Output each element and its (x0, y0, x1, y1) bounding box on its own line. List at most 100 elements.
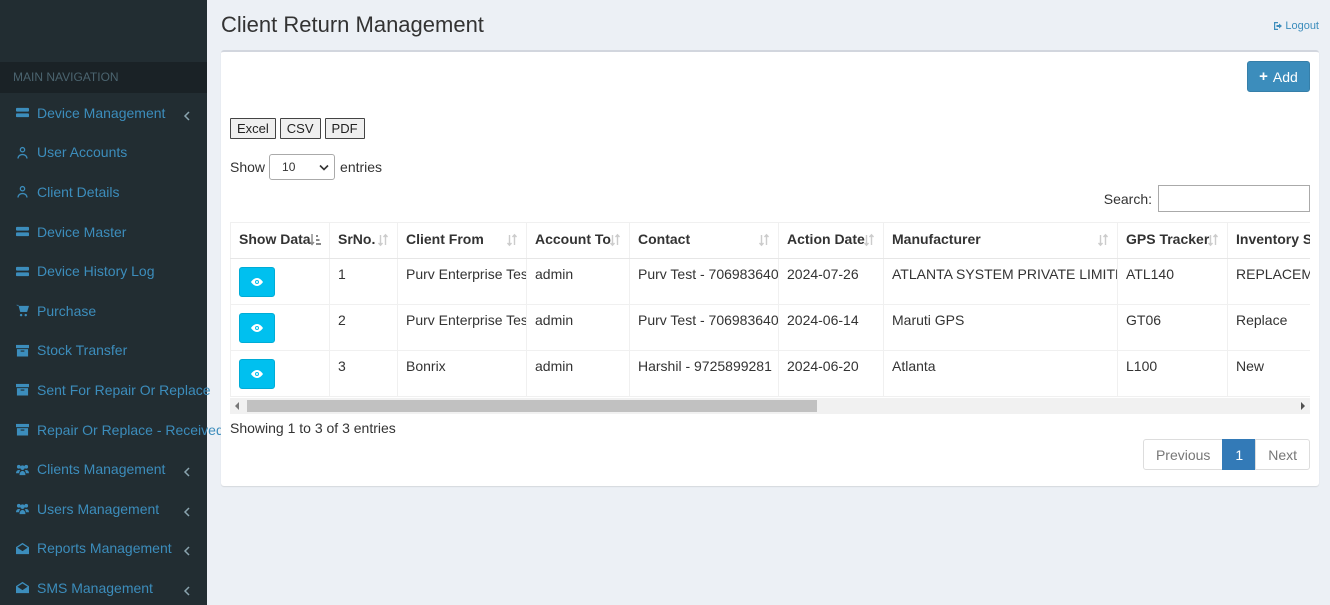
sort-icon (506, 233, 518, 247)
logout-label: Logout (1285, 20, 1319, 32)
chevron-down-icon (319, 164, 329, 171)
sort-asc-icon (309, 233, 321, 247)
entries-label: entries (340, 159, 383, 175)
eye-icon (251, 278, 263, 286)
pdf-button[interactable]: PDF (324, 118, 365, 139)
table-row: 2 Purv Enterprise Test admin Purv Test -… (230, 304, 1310, 351)
nav-list: Device Management User Accounts Client D… (0, 93, 224, 605)
device-icon (15, 106, 29, 120)
cell-manufacturer: Atlanta (883, 350, 1118, 397)
search-control: Search: (1104, 185, 1310, 212)
sidebar-item-device-management[interactable]: Device Management (0, 93, 207, 133)
chevron-left-icon (183, 464, 191, 477)
sort-icon (1207, 233, 1219, 247)
sidebar-item-label: Device Management (37, 104, 166, 121)
csv-button[interactable]: CSV (279, 118, 321, 139)
chevron-left-icon (183, 504, 191, 517)
cell-srno: 2 (329, 304, 398, 351)
cell-inventory-status: REPLACEMENT (1227, 258, 1310, 305)
sort-icon (609, 233, 621, 247)
sort-icon (758, 233, 770, 247)
nav-header: MAIN NAVIGATION (0, 62, 207, 93)
cell-inventory-status: New (1227, 350, 1310, 397)
chevron-left-icon (183, 108, 191, 121)
scrollbar-thumb[interactable] (247, 400, 817, 412)
add-button[interactable]: + Add (1247, 61, 1310, 92)
sort-icon (377, 233, 389, 247)
cell-gps-tracker: ATL140 (1117, 258, 1228, 305)
page-title: Client Return Management (221, 12, 484, 37)
sidebar-item-clients-management[interactable]: Clients Management (0, 449, 207, 489)
user-icon (15, 185, 29, 199)
data-table: Show Data SrNo. Client From Account To C… (230, 222, 1310, 397)
export-buttons: Excel CSV PDF (230, 118, 365, 139)
page-1-button[interactable]: 1 (1222, 439, 1257, 470)
sidebar-item-user-accounts[interactable]: User Accounts (0, 133, 207, 173)
cell-manufacturer: Maruti GPS (883, 304, 1118, 351)
entries-select-value: 10 (282, 160, 296, 174)
chevron-left-icon (183, 583, 191, 596)
sidebar-item-label: Device Master (37, 223, 127, 240)
sidebar: MAIN NAVIGATION Device Management User A… (0, 0, 224, 605)
sidebar-item-device-master[interactable]: Device Master (0, 212, 207, 252)
search-label: Search: (1103, 190, 1152, 207)
sort-icon (863, 233, 875, 247)
entries-select[interactable]: 10 (269, 154, 336, 180)
column-header-account-to[interactable]: Account To (526, 222, 630, 259)
cell-gps-tracker: L100 (1117, 350, 1228, 397)
column-header-manufacturer[interactable]: Manufacturer (883, 222, 1118, 259)
column-header-srno[interactable]: SrNo. (329, 222, 398, 259)
sidebar-item-users-management[interactable]: Users Management (0, 489, 207, 529)
cell-client-from: Purv Enterprise Test (397, 258, 527, 305)
next-page-button[interactable]: Next (1255, 439, 1310, 470)
sidebar-item-label: Clients Management (37, 461, 166, 478)
sidebar-item-repair-received[interactable]: Repair Or Replace - Received (0, 410, 224, 450)
cell-client-from: Purv Enterprise Test (397, 304, 527, 351)
sidebar-item-purchase[interactable]: Purchase (0, 291, 207, 331)
users-icon (15, 462, 29, 476)
sidebar-item-device-history-log[interactable]: Device History Log (0, 251, 207, 291)
cell-gps-tracker: GT06 (1117, 304, 1228, 351)
column-header-show-data[interactable]: Show Data (230, 222, 330, 259)
cell-contact: Purv Test - 7069836409 (629, 258, 779, 305)
search-input[interactable] (1158, 185, 1310, 212)
column-header-inventory-status[interactable]: Inventory Status (1227, 222, 1310, 259)
archive-icon (15, 343, 29, 357)
plus-icon: + (1259, 68, 1268, 85)
view-button[interactable] (239, 267, 275, 297)
table-info: Showing 1 to 3 of 3 entries (230, 420, 396, 436)
scroll-left-arrow-icon[interactable] (235, 402, 239, 410)
pagination: Previous 1 Next (1142, 439, 1310, 470)
table-row: 1 Purv Enterprise Test admin Purv Test -… (230, 258, 1310, 305)
archive-icon (15, 383, 29, 397)
sidebar-item-stock-transfer[interactable]: Stock Transfer (0, 331, 207, 371)
cell-account-to: admin (526, 304, 630, 351)
previous-page-button[interactable]: Previous (1142, 439, 1224, 470)
sidebar-item-client-details[interactable]: Client Details (0, 172, 207, 212)
column-header-contact[interactable]: Contact (629, 222, 779, 259)
column-header-action-date[interactable]: Action Date (778, 222, 884, 259)
sort-icon (1097, 233, 1109, 247)
cell-account-to: admin (526, 350, 630, 397)
cell-account-to: admin (526, 258, 630, 305)
logout-link[interactable]: Logout (1274, 20, 1319, 32)
sidebar-item-sent-for-repair[interactable]: Sent For Repair Or Replace (0, 370, 211, 410)
sidebar-item-label: Client Details (37, 183, 120, 200)
device-icon (15, 264, 29, 278)
main-content: Client Return Management Logout + Add Ex… (207, 0, 1330, 605)
sign-out-icon (1274, 22, 1283, 30)
column-header-client-from[interactable]: Client From (397, 222, 527, 259)
view-button[interactable] (239, 359, 275, 389)
column-header-gps-tracker[interactable]: GPS Tracker (1117, 222, 1228, 259)
sidebar-item-reports-management[interactable]: Reports Management (0, 529, 207, 569)
sidebar-item-sms-management[interactable]: SMS Management (0, 568, 207, 605)
excel-button[interactable]: Excel (230, 118, 276, 139)
table-header-row: Show Data SrNo. Client From Account To C… (230, 222, 1310, 259)
scroll-right-arrow-icon[interactable] (1301, 402, 1305, 410)
view-button[interactable] (239, 313, 275, 343)
sidebar-logo-area (0, 0, 207, 62)
add-button-label: Add (1272, 68, 1298, 85)
sidebar-item-label: Sent For Repair Or Replace (37, 381, 211, 398)
horizontal-scrollbar[interactable] (230, 398, 1310, 414)
cell-contact: Harshil - 9725899281 (629, 350, 779, 397)
